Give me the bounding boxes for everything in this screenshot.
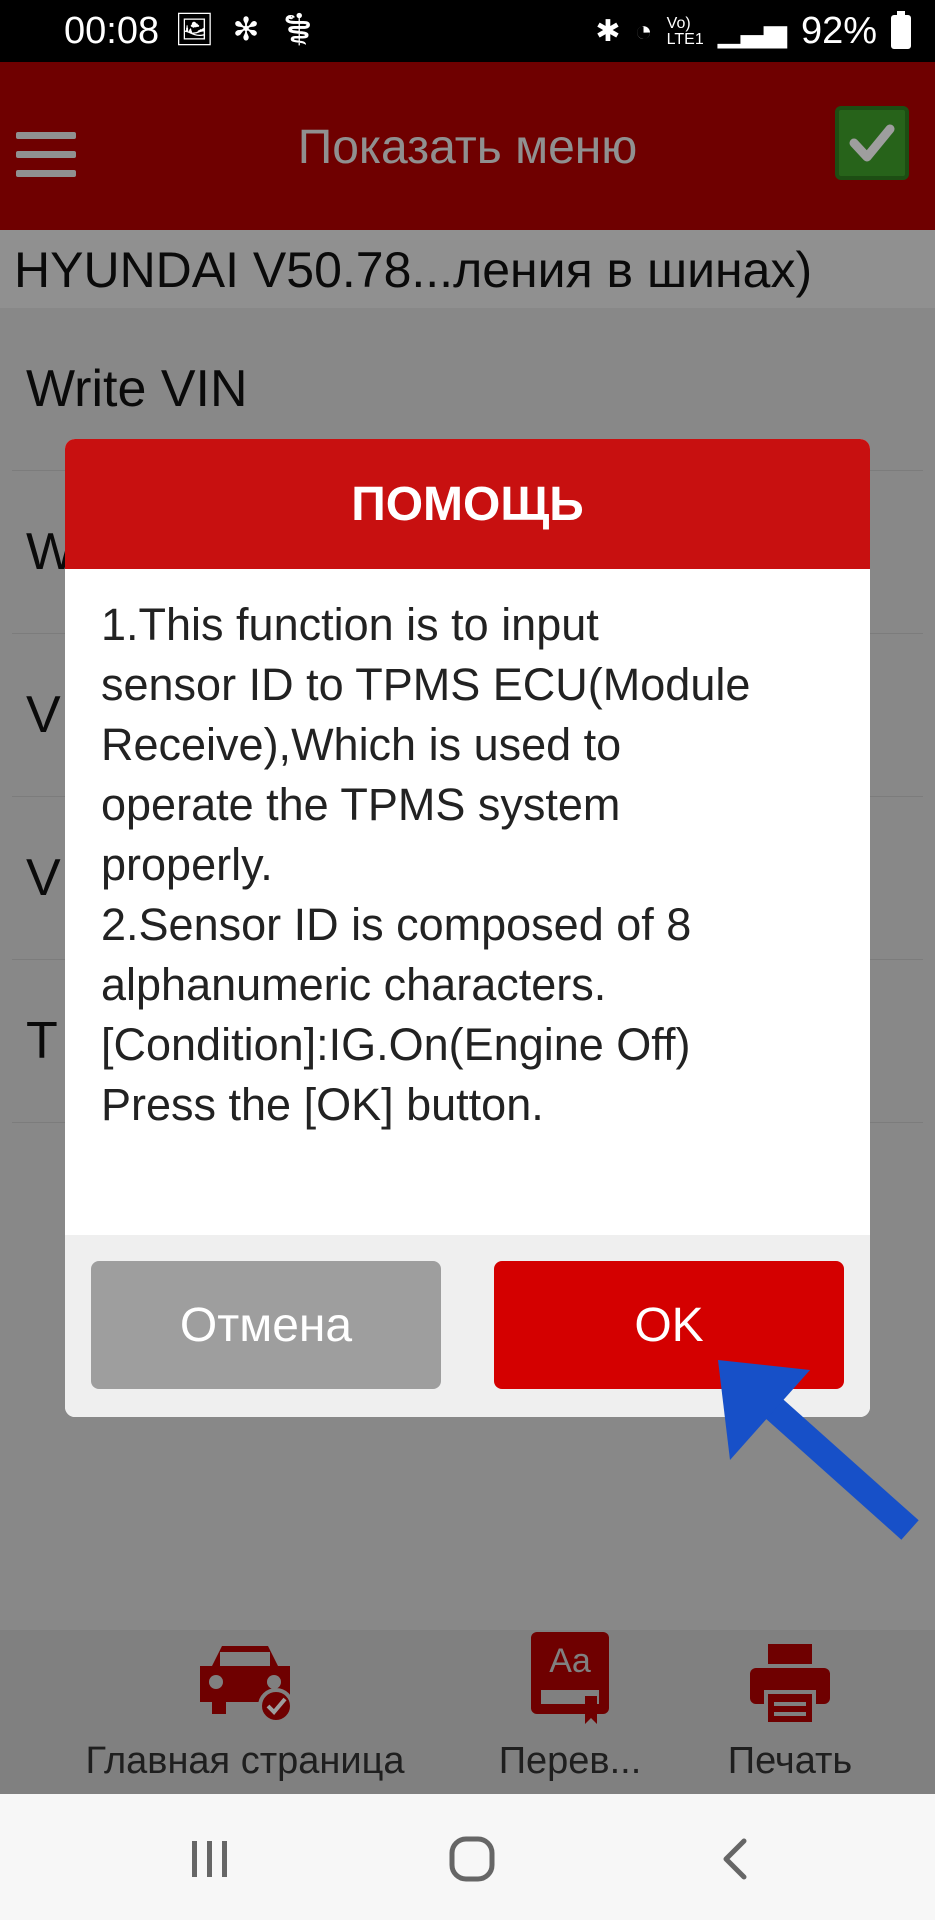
status-icons-right: ✱ ◔ Vo) LTE1 ▁▃▅ 92% [595,10,911,53]
pointer-arrow-icon [718,1360,919,1540]
system-nav-bar [0,1794,935,1920]
battery-percent: 92% [800,10,877,52]
home-circle-icon [449,1836,495,1882]
dialog-title: ПОМОЩЬ [65,439,870,569]
back-chevron-icon [723,1838,747,1880]
status-time: 00:08 [64,10,160,52]
status-icons-left: 🖼✻⚕ [174,10,336,48]
status-bar: 00:08 🖼✻⚕ ✱ ◔ Vo) LTE1 ▁▃▅ 92% [0,0,935,62]
wifi-icon: ◔ [634,14,653,48]
help-dialog: ПОМОЩЬ 1.This function is to input senso… [65,439,870,1417]
signal-icon: ▁▃▅ [717,15,787,48]
back-nav-button[interactable] [696,1824,776,1894]
recent-apps-icon [192,1841,227,1877]
volte-icon: Vo) LTE1 [666,14,704,48]
stethoscope-icon: ⚕ [277,11,337,47]
image-icon: 🖼 [174,11,233,47]
dialog-message: 1.This function is to input sensor ID to… [101,599,751,1130]
bluetooth-icon: ✱ [595,15,621,48]
fan-icon: ✻ [232,11,278,47]
cancel-button[interactable]: Отмена [91,1261,441,1389]
recent-apps-button[interactable] [170,1824,250,1894]
home-nav-button[interactable] [432,1824,512,1894]
battery-icon [891,10,911,49]
